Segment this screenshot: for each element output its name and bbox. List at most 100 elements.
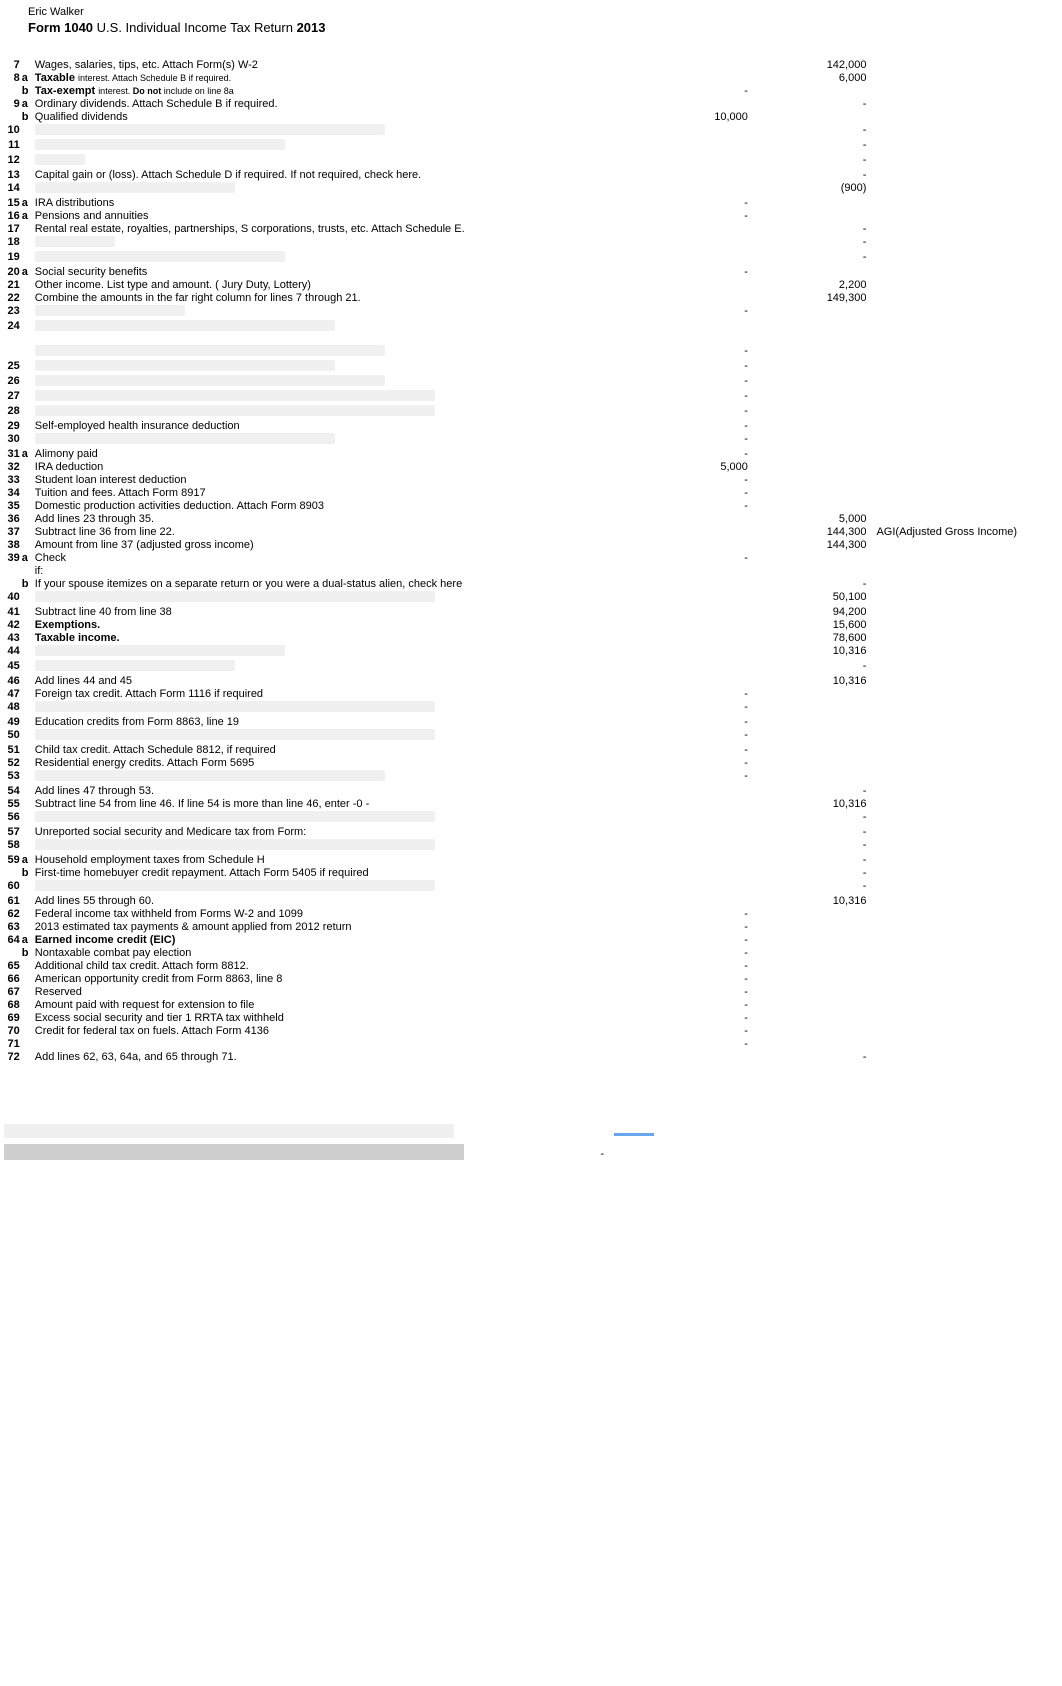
line-sublabel (22, 999, 35, 1012)
line-col1-value: - (617, 986, 752, 999)
form-line-row: 24 (0, 320, 1062, 335)
form-line-row: 52Residential energy credits. Attach For… (0, 757, 1062, 770)
line-description: Amount paid with request for extension t… (35, 999, 617, 1012)
line-col1-value (617, 854, 752, 867)
redacted-text (35, 360, 335, 371)
line-col1-value: - (617, 345, 752, 360)
form-line-row: 48- (0, 701, 1062, 716)
line-col1-value: 10,000 (617, 111, 752, 124)
line-side-note (870, 565, 1062, 578)
line-number: 69 (0, 1012, 22, 1025)
line-col2-value (752, 474, 871, 487)
line-side-note (870, 716, 1062, 729)
line-number: 15 (0, 197, 22, 210)
line-number (0, 345, 22, 360)
line-side-note (870, 390, 1062, 405)
line-side-note (870, 169, 1062, 182)
line-sublabel (22, 487, 35, 500)
line-side-note (870, 513, 1062, 526)
line-col2-value: - (752, 223, 871, 236)
line-number: 38 (0, 539, 22, 552)
line-side-note (870, 619, 1062, 632)
line-sublabel (22, 500, 35, 513)
taxpayer-name: Eric Walker (28, 6, 1062, 18)
form-line-row: if: (0, 565, 1062, 578)
line-side-note (870, 210, 1062, 223)
line-description: Credit for federal tax on fuels. Attach … (35, 1025, 617, 1038)
form-line-row: 61Add lines 55 through 60.10,316 (0, 895, 1062, 908)
line-col1-value (617, 798, 752, 811)
form-line-row: 53- (0, 770, 1062, 785)
line-side-note (870, 785, 1062, 798)
line-description: IRA distributions (35, 197, 617, 210)
redacted-text (35, 811, 435, 822)
line-side-note (870, 420, 1062, 433)
line-side-note (870, 839, 1062, 854)
redacted-text (35, 660, 235, 671)
line-number: 8 (0, 72, 22, 85)
line-number: 19 (0, 251, 22, 266)
line-col2-value (752, 405, 871, 420)
line-number: 31 (0, 448, 22, 461)
line-description: Capital gain or (loss). Attach Schedule … (35, 169, 617, 182)
line-col1-value (617, 591, 752, 606)
line-col2-value (752, 1012, 871, 1025)
line-sublabel (22, 375, 35, 390)
form-line-row: 69Excess social security and tier 1 RRTA… (0, 1012, 1062, 1025)
line-col2-value (752, 986, 871, 999)
line-col1-value (617, 59, 752, 72)
line-col2-value (752, 500, 871, 513)
line-sublabel (22, 565, 35, 578)
line-number: 29 (0, 420, 22, 433)
line-col1-value: - (617, 390, 752, 405)
line-description (35, 345, 617, 360)
line-col1-value (617, 251, 752, 266)
redacted-text (35, 182, 235, 193)
line-description (35, 320, 617, 335)
line-description: Subtract line 36 from line 22. (35, 526, 617, 539)
form-line-row: bIf your spouse itemizes on a separate r… (0, 578, 1062, 591)
line-number: 16 (0, 210, 22, 223)
line-side-note (870, 947, 1062, 960)
line-description: Add lines 44 and 45 (35, 675, 617, 688)
line-description (35, 645, 617, 660)
line-description (35, 701, 617, 716)
line-number: 30 (0, 433, 22, 448)
line-side-note (870, 433, 1062, 448)
line-number: 26 (0, 375, 22, 390)
form-line-row: bQualified dividends10,000 (0, 111, 1062, 124)
line-col1-value (617, 1051, 752, 1064)
form-line-row: 60- (0, 880, 1062, 895)
form-line-row: 20aSocial security benefits- (0, 266, 1062, 279)
line-description (35, 839, 617, 854)
form-line-row: bTax-exempt interest. Do not include on … (0, 85, 1062, 98)
line-sublabel (22, 345, 35, 360)
line-description: First-time homebuyer credit repayment. A… (35, 867, 617, 880)
line-col1-value (617, 895, 752, 908)
line-number (0, 578, 22, 591)
line-side-note (870, 591, 1062, 606)
line-col1-value (617, 320, 752, 335)
line-col2-value (752, 197, 871, 210)
line-col2-value: - (752, 785, 871, 798)
line-description: Subtract line 54 from line 46. If line 5… (35, 798, 617, 811)
line-sublabel (22, 1051, 35, 1064)
line-number: 21 (0, 279, 22, 292)
line-col1-value (617, 72, 752, 85)
line-side-note (870, 578, 1062, 591)
redacted-text (35, 345, 385, 356)
line-number: 25 (0, 360, 22, 375)
line-col1-value: - (617, 500, 752, 513)
line-col1-value: - (617, 85, 752, 98)
line-col1-value (617, 182, 752, 197)
line-description: Reserved (35, 986, 617, 999)
form-line-row: 26- (0, 375, 1062, 390)
line-side-note (870, 660, 1062, 675)
line-sublabel (22, 675, 35, 688)
line-col2-value (752, 999, 871, 1012)
line-number: 22 (0, 292, 22, 305)
form-line-row: 67Reserved- (0, 986, 1062, 999)
line-sublabel (22, 251, 35, 266)
line-col2-value (752, 701, 871, 716)
line-sublabel: a (22, 266, 35, 279)
